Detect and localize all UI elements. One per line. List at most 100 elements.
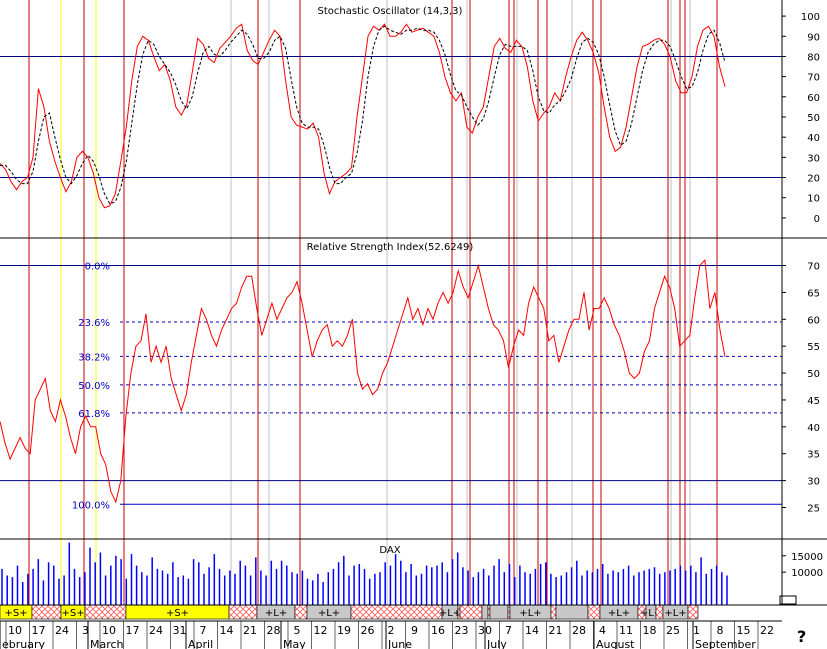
x-day-label: 5 — [294, 624, 301, 637]
y-tick-label: 55 — [807, 342, 820, 353]
fibonacci-label: 61.8% — [78, 409, 110, 420]
y-tick-label: 60 — [807, 315, 820, 326]
x-day-label: 12 — [314, 624, 328, 637]
signal-label: +L+ — [318, 608, 340, 619]
stochastic-panel: 1009080706050403020100Stochastic Oscilla… — [0, 6, 820, 225]
x-day-label: 8 — [717, 624, 724, 637]
rsi-panel: 0.0% 23.6% 38.2% 50.0% 61.8% 100.0% 70 65 60 55 50… — [0, 242, 820, 514]
x-month-label: May — [283, 638, 306, 649]
x-day-label: 18 — [643, 624, 657, 637]
signal-cell — [550, 604, 557, 620]
panel-title: DAX — [379, 545, 400, 556]
signal-label: +L+ — [265, 608, 287, 619]
dax-panel: 15000 10000 DAX — [1, 542, 823, 605]
y-tick-label: 15000 — [791, 552, 823, 563]
x-day-label: 24 — [149, 624, 163, 637]
signal-label: +S+ — [166, 608, 189, 619]
x-day-label: 16 — [431, 624, 445, 637]
signal-cell — [459, 604, 483, 620]
x-month-label: ebruary — [2, 638, 46, 649]
x-month-label: June — [387, 638, 412, 649]
x-day-label: 17 — [32, 624, 46, 637]
x-day-label: 25 — [666, 624, 680, 637]
x-axis: 10 17 24 3 10 17 24 31 7 14 21 28 5 12 19 26 2 9 16 23 30 7 14… — [0, 620, 782, 649]
x-day-label: 14 — [525, 624, 539, 637]
x-day-label: 1 — [693, 624, 700, 637]
y-tick-label: 0 — [814, 214, 820, 225]
y-tick-label: 65 — [807, 288, 820, 299]
vertical-marker-lines — [28, 0, 718, 605]
x-month-label: August — [596, 638, 635, 649]
x-day-label: 31 — [173, 624, 187, 637]
y-tick-label: 70 — [807, 73, 820, 84]
y-tick-label: 40 — [807, 423, 820, 434]
y-tick-label: 45 — [807, 396, 820, 407]
y-tick-label: 100 — [801, 12, 820, 23]
x-day-label: 21 — [243, 624, 257, 637]
fibonacci-label: 50.0% — [78, 381, 110, 392]
signal-cell — [294, 604, 308, 620]
y-tick-label: 25 — [807, 503, 820, 514]
signal-label: +S+ — [4, 608, 27, 619]
signal-cell — [555, 604, 589, 620]
y-tick-label: 20 — [807, 174, 820, 185]
x-day-label: 28 — [267, 624, 281, 637]
fibonacci-label: 100.0% — [72, 500, 110, 511]
x-day-label: 24 — [55, 624, 69, 637]
x-day-label: 10 — [8, 624, 22, 637]
help-mark: ? — [797, 627, 807, 646]
signal-cell — [228, 604, 258, 620]
signal-label: +L+ — [519, 608, 541, 619]
fibonacci-label: 0.0% — [85, 262, 110, 273]
x-month-label: March — [90, 638, 124, 649]
y-tick-label: 40 — [807, 133, 820, 144]
y-tick-label: 50 — [807, 369, 820, 380]
panel-title: Stochastic Oscillator (14,3,3) — [318, 6, 463, 17]
chart-canvas: 1009080706050403020100Stochastic Oscilla… — [0, 0, 827, 649]
signal-cell — [655, 604, 664, 620]
y-tick-label: 50 — [807, 113, 820, 124]
signal-cell — [687, 604, 699, 620]
y-tick-label: 30 — [807, 153, 820, 164]
signal-label: +L+ — [608, 608, 630, 619]
x-day-label: 7 — [200, 624, 207, 637]
y-tick-label: 80 — [807, 52, 820, 63]
panel-title: Relative Strength Index(52.6249) — [307, 242, 474, 253]
x-day-label: 23 — [455, 624, 469, 637]
signal-cell — [489, 604, 509, 620]
x-day-label: 2 — [388, 624, 395, 637]
signal-cell — [84, 604, 127, 620]
y-tick-label: 70 — [807, 262, 820, 273]
x-day-label: 17 — [126, 624, 140, 637]
fibonacci-label: 23.6% — [78, 318, 110, 329]
x-day-label: 7 — [505, 624, 512, 637]
y-tick-label: 90 — [807, 32, 820, 43]
y-tick-label: 60 — [807, 93, 820, 104]
y-tick-label: 35 — [807, 450, 820, 461]
signal-label: +L+ — [664, 608, 686, 619]
y-tick-label: 10000 — [791, 568, 823, 579]
signal-cell — [587, 604, 601, 620]
x-day-label: 15 — [737, 624, 751, 637]
x-day-label: 11 — [619, 624, 633, 637]
x-day-label: 9 — [411, 624, 418, 637]
signal-cell — [350, 604, 443, 620]
x-day-label: 21 — [549, 624, 563, 637]
x-day-label: 26 — [361, 624, 375, 637]
x-day-label: 19 — [337, 624, 351, 637]
x-day-label: 10 — [102, 624, 116, 637]
x-month-label: April — [188, 638, 213, 649]
x-day-label: 14 — [220, 624, 234, 637]
x-day-label: 28 — [572, 624, 586, 637]
signal-cell — [481, 604, 489, 620]
x-day-label: 22 — [760, 624, 774, 637]
signal-band: +S+ +S+ +S+ +L+ +L+ +L+ +L+ +L+ +L+ +L+ — [0, 604, 699, 620]
y-tick-label: 10 — [807, 194, 820, 205]
x-month-label: September — [695, 638, 756, 649]
series-line — [0, 23, 726, 209]
x-day-label: 4 — [599, 624, 606, 637]
signal-cell — [31, 604, 62, 620]
y-tick-label: 30 — [807, 477, 820, 488]
x-month-label: July — [486, 638, 507, 649]
signal-label: +S+ — [61, 608, 84, 619]
